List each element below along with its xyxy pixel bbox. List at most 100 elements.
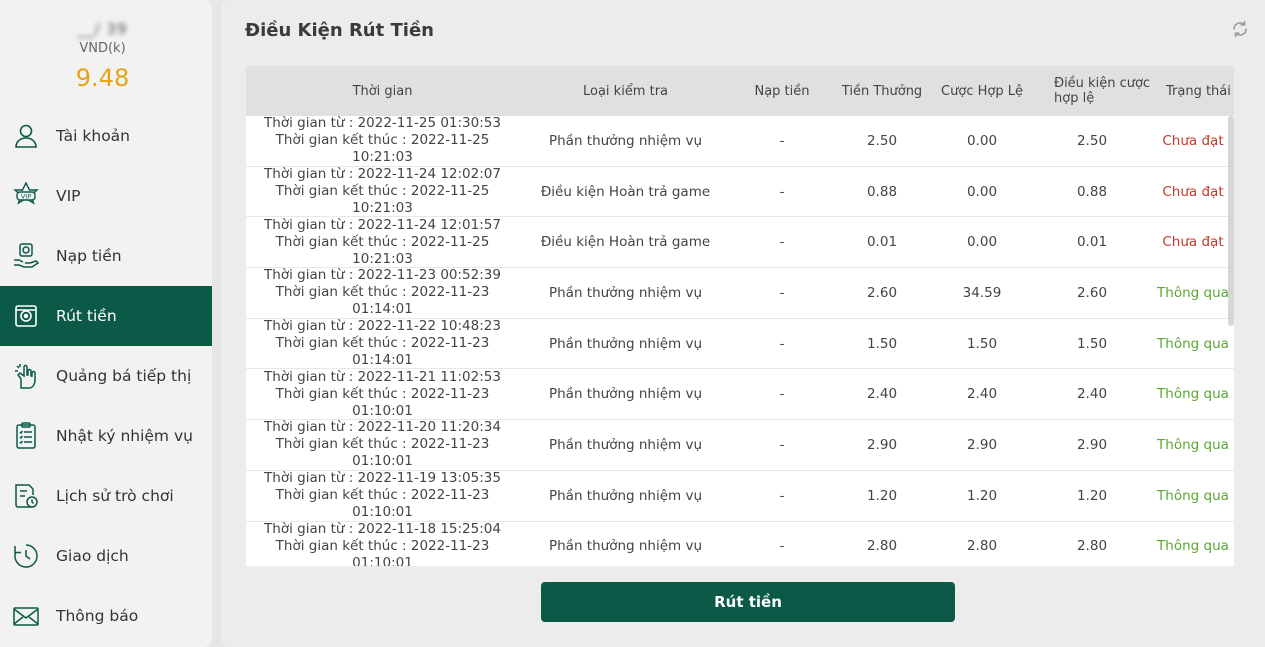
- cell-valid-bet: 0.00: [966, 183, 998, 200]
- cell-bonus: 2.90: [866, 436, 898, 453]
- cell-time: Thời gian từ : 2022-11-18 15:25:04 Thời g…: [246, 520, 519, 566]
- header-bet-condition: Điều kiện cược hợp lệ: [1054, 76, 1151, 106]
- time-end: Thời gian kết thúc : 2022-11-23 01:10:01: [275, 487, 490, 521]
- cell-bonus: 2.50: [866, 132, 898, 149]
- cell-bet-condition: 2.60: [1076, 284, 1108, 301]
- time-end: Thời gian kết thúc : 2022-11-23 01:14:01: [275, 335, 490, 369]
- cell-bet-condition: 0.88: [1076, 183, 1108, 200]
- cell-bonus: 0.01: [866, 234, 898, 251]
- time-start: Thời gian từ : 2022-11-18 15:25:04: [264, 520, 501, 537]
- time-end: Thời gian kết thúc : 2022-11-23 01:10:01: [275, 537, 490, 566]
- time-start: Thời gian từ : 2022-11-20 11:20:34: [264, 419, 501, 436]
- sidebar-item-7[interactable]: Giao dịch: [0, 526, 212, 586]
- cell-check-type: Phần thưởng nhiệm vụ: [548, 538, 703, 555]
- cell-bonus: 2.40: [866, 386, 898, 403]
- cell-valid-bet: 1.50: [966, 335, 998, 352]
- sidebar-item-4[interactable]: Quảng bá tiếp thị: [0, 346, 212, 406]
- cell-time: Thời gian từ : 2022-11-19 13:05:35 Thời g…: [246, 470, 519, 521]
- cell-check-type: Điều kiện Hoàn trả game: [540, 234, 711, 251]
- game-history-icon: [11, 481, 41, 511]
- cell-check-type: Phần thưởng nhiệm vụ: [548, 436, 703, 453]
- time-start: Thời gian từ : 2022-11-24 12:02:07: [264, 166, 501, 183]
- page-title: Điều Kiện Rút Tiền: [245, 20, 434, 41]
- cell-valid-bet: 0.00: [966, 132, 998, 149]
- sidebar-item-label: Nạp tiền: [56, 247, 122, 265]
- vip-badge-icon: VIP: [11, 181, 41, 211]
- cell-valid-bet: 1.20: [966, 487, 998, 504]
- cell-bet-condition: 2.50: [1076, 132, 1108, 149]
- cell-valid-bet: 2.90: [966, 436, 998, 453]
- table-row: Thời gian từ : 2022-11-20 11:20:34 Thời g…: [246, 419, 1234, 471]
- cell-bet-condition: 2.40: [1076, 386, 1108, 403]
- sidebar-item-8[interactable]: Thông báo: [0, 586, 212, 646]
- deposit-icon: [11, 241, 41, 271]
- cell-deposit: -: [779, 132, 785, 149]
- time-start: Thời gian từ : 2022-11-23 00:52:39: [264, 267, 501, 284]
- table-row: Thời gian từ : 2022-11-23 00:52:39 Thời g…: [246, 267, 1234, 319]
- promotion-hand-icon: [11, 361, 41, 391]
- user-info: __/ 39 VND(k) 9.48: [0, 0, 212, 104]
- time-end: Thời gian kết thúc : 2022-11-23 01:10:01: [275, 436, 490, 470]
- mail-icon: [11, 601, 41, 631]
- table-row: Thời gian từ : 2022-11-22 10:48:23 Thời g…: [246, 318, 1234, 370]
- cell-time: Thời gian từ : 2022-11-21 11:02:53 Thời g…: [246, 369, 519, 419]
- task-clipboard-icon: [11, 421, 41, 451]
- cell-status: Chưa đạt: [1162, 234, 1224, 251]
- transaction-clock-icon: [11, 541, 41, 571]
- refresh-icon[interactable]: [1231, 20, 1249, 38]
- time-end: Thời gian kết thúc : 2022-11-25 10:21:03: [275, 132, 490, 166]
- header-deposit: Nạp tiền: [754, 83, 810, 99]
- time-end: Thời gian kết thúc : 2022-11-23 01:10:01: [275, 385, 490, 419]
- table-header: Thời gian Loại kiểm tra Nạp tiền Tiền Th…: [246, 66, 1234, 116]
- cell-bonus: 1.20: [866, 487, 898, 504]
- cell-valid-bet: 34.59: [962, 284, 1002, 301]
- sidebar: __/ 39 VND(k) 9.48 Tài khoản VIP VIP Nạp ti…: [0, 0, 212, 647]
- header-time: Thời gian: [352, 83, 413, 99]
- cell-bet-condition: 1.50: [1076, 335, 1108, 352]
- table-row: Thời gian từ : 2022-11-19 13:05:35 Thời g…: [246, 470, 1234, 522]
- sidebar-menu: Tài khoản VIP VIP Nạp tiền Rút tiền Quảng bá …: [0, 106, 212, 646]
- sidebar-item-5[interactable]: Nhật ký nhiệm vụ: [0, 406, 212, 466]
- table-row: Thời gian từ : 2022-11-25 01:30:53 Thời g…: [246, 115, 1234, 167]
- cell-check-type: Phần thưởng nhiệm vụ: [548, 284, 703, 301]
- time-start: Thời gian từ : 2022-11-24 12:01:57: [264, 216, 501, 233]
- sidebar-item-0[interactable]: Tài khoản: [0, 106, 212, 166]
- table-row: Thời gian từ : 2022-11-24 12:01:57 Thời g…: [246, 216, 1234, 269]
- user-icon: [11, 121, 41, 151]
- balance-value: 9.48: [75, 64, 130, 92]
- sidebar-item-1[interactable]: VIP VIP: [0, 166, 212, 226]
- cell-time: Thời gian từ : 2022-11-24 12:02:07 Thời g…: [246, 166, 519, 217]
- cell-status: Thông qua: [1157, 386, 1229, 403]
- time-end: Thời gian kết thúc : 2022-11-25 10:21:03: [275, 183, 490, 217]
- withdraw-button[interactable]: Rút tiền: [541, 582, 955, 622]
- cell-deposit: -: [779, 183, 785, 200]
- sidebar-item-label: Nhật ký nhiệm vụ: [56, 427, 193, 445]
- cell-status: Thông qua: [1157, 284, 1229, 301]
- cell-check-type: Phần thưởng nhiệm vụ: [548, 386, 703, 403]
- time-start: Thời gian từ : 2022-11-25 01:30:53: [264, 115, 501, 132]
- header-check-type: Loại kiểm tra: [582, 83, 669, 99]
- cell-status: Thông qua: [1157, 335, 1229, 352]
- time-end: Thời gian kết thúc : 2022-11-25 10:21:03: [275, 233, 490, 267]
- cell-bonus: 1.50: [866, 335, 898, 352]
- cell-deposit: -: [779, 284, 785, 301]
- sidebar-item-3[interactable]: Rút tiền: [0, 286, 212, 346]
- cell-time: Thời gian từ : 2022-11-20 11:20:34 Thời g…: [246, 419, 519, 470]
- cell-status: Thông qua: [1157, 487, 1229, 504]
- cell-check-type: Phần thưởng nhiệm vụ: [548, 132, 703, 149]
- username: __/ 39: [77, 20, 128, 38]
- sidebar-item-label: Giao dịch: [56, 547, 129, 565]
- table-body: Thời gian từ : 2022-11-25 01:30:53 Thời g…: [246, 115, 1234, 566]
- table-scrollbar[interactable]: [1228, 116, 1234, 326]
- main-panel: Điều Kiện Rút Tiền Thời gian Loại kiểm t…: [221, 0, 1265, 647]
- svg-text:VIP: VIP: [21, 193, 31, 201]
- sidebar-item-6[interactable]: Lịch sử trò chơi: [0, 466, 212, 526]
- table-row: Thời gian từ : 2022-11-21 11:02:53 Thời g…: [246, 369, 1234, 421]
- sidebar-item-label: Lịch sử trò chơi: [56, 487, 174, 505]
- cell-bonus: 0.88: [866, 183, 898, 200]
- table-row: Thời gian từ : 2022-11-24 12:02:07 Thời g…: [246, 166, 1234, 218]
- cell-bonus: 2.60: [866, 284, 898, 301]
- cell-status: Chưa đạt: [1162, 132, 1224, 149]
- header-valid-bet: Cược Hợp Lệ: [941, 83, 1023, 99]
- sidebar-item-2[interactable]: Nạp tiền: [0, 226, 212, 286]
